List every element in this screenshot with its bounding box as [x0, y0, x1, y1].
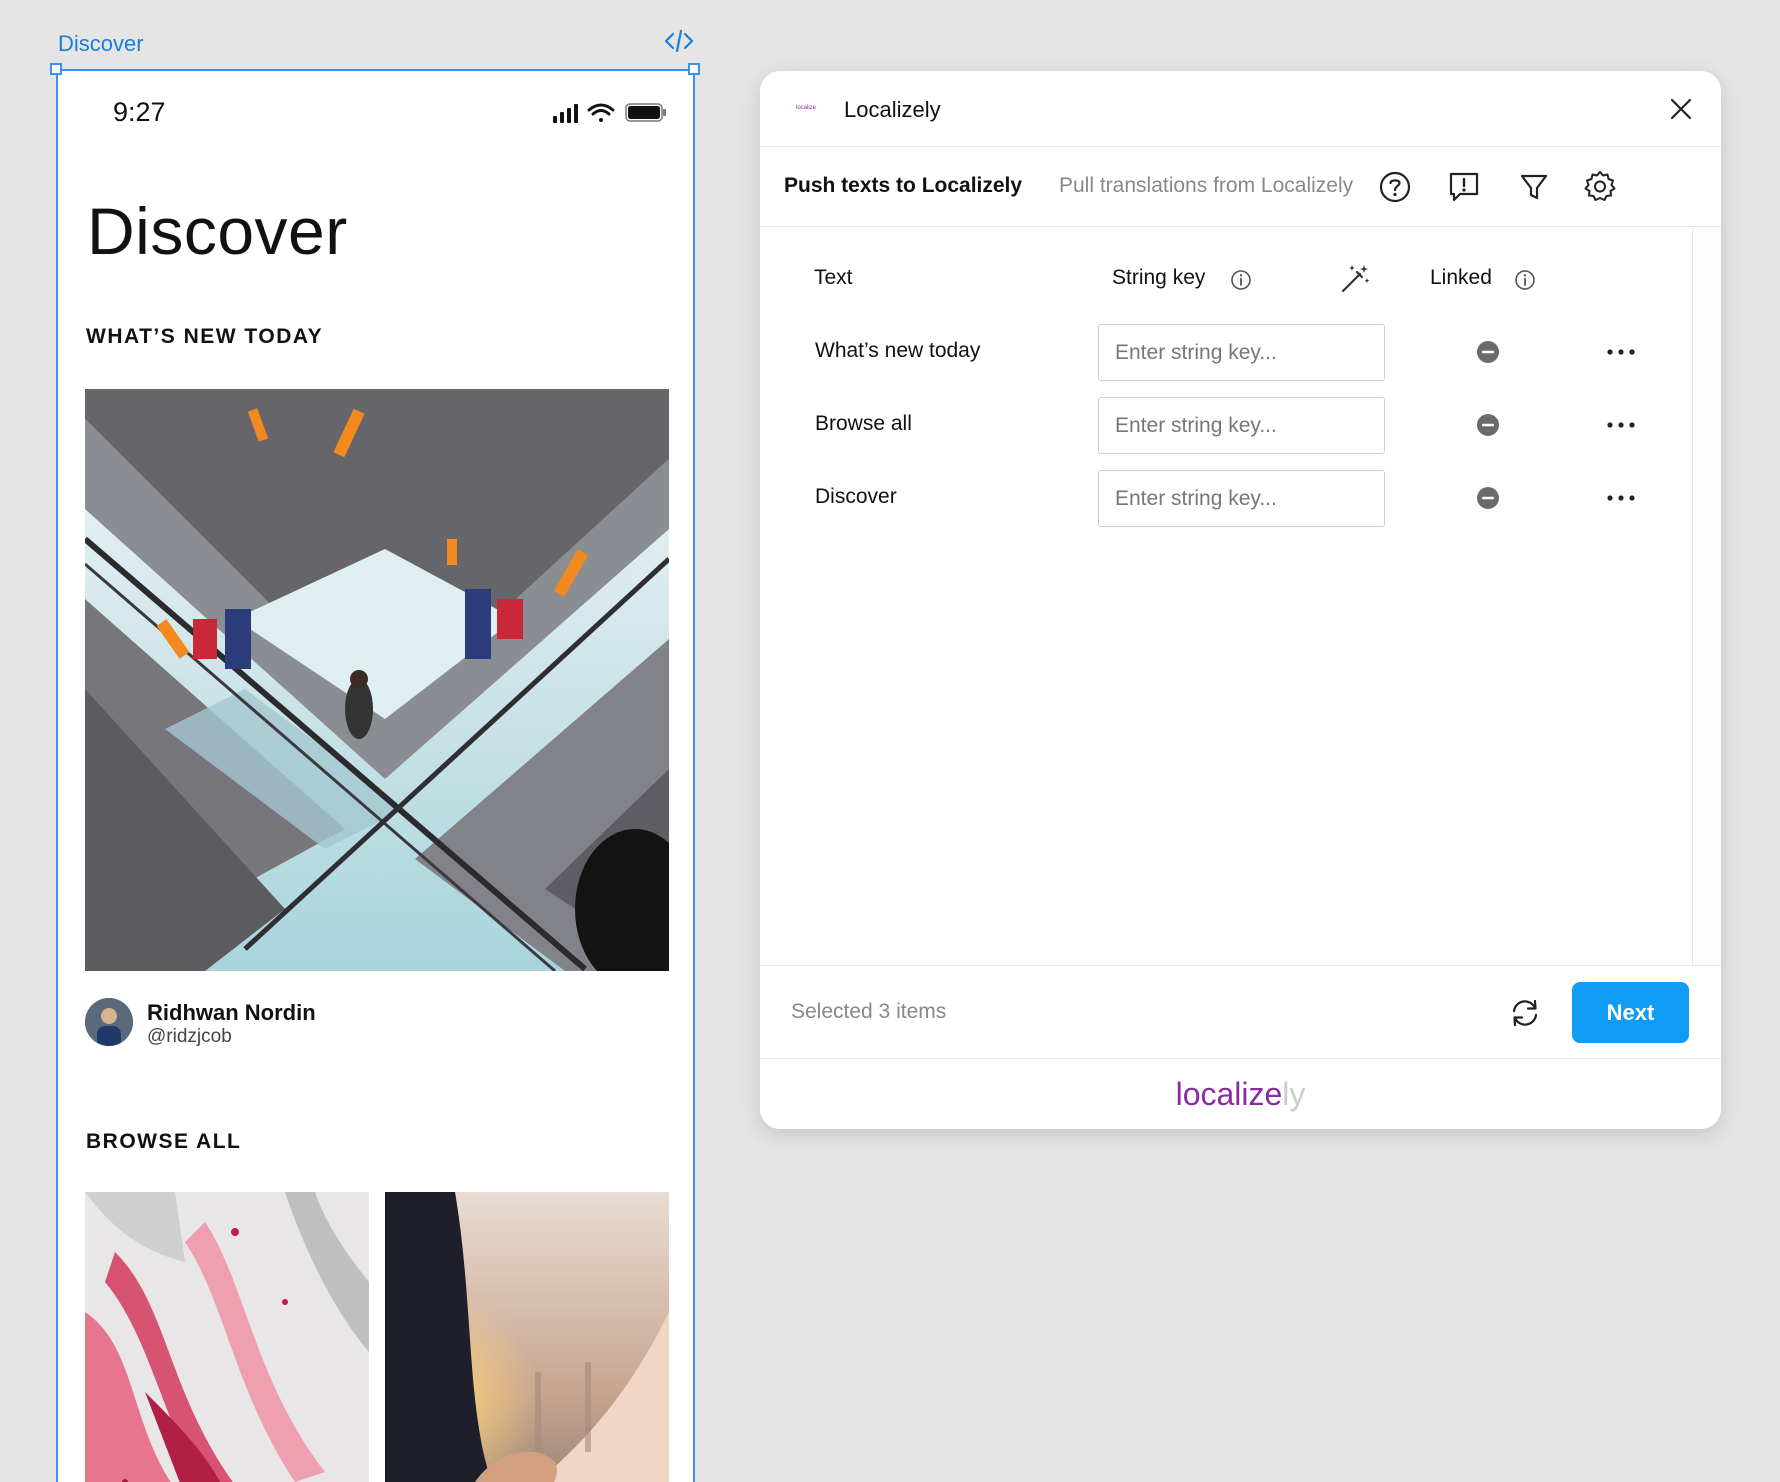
- signal-icon: [553, 104, 578, 123]
- selected-count: Selected 3 items: [791, 1000, 947, 1023]
- close-icon[interactable]: [1665, 93, 1697, 125]
- localizely-panel: localize Localizely Push texts to Locali…: [760, 71, 1721, 1129]
- brand-logo: localizely: [760, 1059, 1721, 1129]
- plugin-title: Localizely: [844, 97, 941, 122]
- string-key-input[interactable]: [1098, 324, 1385, 381]
- info-icon[interactable]: [1230, 269, 1252, 291]
- wifi-icon: [587, 103, 615, 122]
- battery-icon: [625, 103, 666, 122]
- hero-image[interactable]: [85, 389, 669, 971]
- section-title-browse-all: BROWSE ALL: [86, 1130, 242, 1153]
- refresh-icon[interactable]: [1508, 996, 1542, 1030]
- marble-photo: [85, 1192, 369, 1482]
- tab-pull[interactable]: Pull translations from Localizely: [1059, 174, 1353, 198]
- more-icon[interactable]: [1603, 340, 1639, 364]
- column-header-string-key: String key: [1112, 266, 1206, 289]
- more-icon[interactable]: [1603, 486, 1639, 510]
- settings-icon[interactable]: [1582, 169, 1618, 205]
- unlinked-icon[interactable]: [1476, 486, 1500, 510]
- string-key-input[interactable]: [1098, 470, 1385, 527]
- unlinked-icon[interactable]: [1476, 413, 1500, 437]
- browse-thumb-hands[interactable]: [385, 1192, 669, 1482]
- info-icon[interactable]: [1514, 269, 1536, 291]
- panel-header: localize Localizely: [760, 71, 1721, 147]
- more-icon[interactable]: [1603, 413, 1639, 437]
- hands-photo: [385, 1192, 669, 1482]
- selection-handle-tl[interactable]: [50, 63, 62, 75]
- status-time: 9:27: [113, 97, 166, 127]
- phone-frame[interactable]: 9:27 Discover WHAT’S NEW TODAY Ridhwan N…: [56, 69, 695, 1482]
- tabs-bar: Push texts to Localizely Pull translatio…: [760, 147, 1721, 227]
- page-title: Discover: [87, 194, 348, 268]
- column-header-text: Text: [814, 266, 853, 289]
- brand-logo-faint: ly: [1282, 1076, 1306, 1112]
- selection-handle-tr[interactable]: [688, 63, 700, 75]
- string-key-input[interactable]: [1098, 397, 1385, 454]
- feedback-icon[interactable]: [1446, 169, 1482, 205]
- row-text-whats-new: What’s new today: [815, 339, 981, 362]
- escalator-photo: [85, 389, 669, 971]
- browse-thumb-marble[interactable]: [85, 1192, 369, 1482]
- unlinked-icon[interactable]: [1476, 340, 1500, 364]
- magic-wand-icon[interactable]: [1338, 262, 1372, 296]
- texts-table: Text String key Linked What’s new today: [760, 228, 1692, 965]
- code-icon[interactable]: [664, 28, 694, 54]
- row-text-discover: Discover: [815, 485, 897, 508]
- author-avatar[interactable]: [85, 998, 133, 1046]
- row-text-browse-all: Browse all: [815, 412, 912, 435]
- section-title-whats-new: WHAT’S NEW TODAY: [86, 325, 324, 348]
- frame-label[interactable]: Discover: [58, 31, 144, 57]
- avatar-photo: [85, 998, 133, 1046]
- filter-icon[interactable]: [1516, 169, 1552, 205]
- next-button[interactable]: Next: [1572, 982, 1689, 1043]
- tab-push[interactable]: Push texts to Localizely: [784, 174, 1022, 198]
- help-icon[interactable]: [1377, 169, 1413, 205]
- status-icons: [553, 103, 666, 123]
- author-name[interactable]: Ridhwan Nordin: [147, 1000, 316, 1026]
- column-header-linked: Linked: [1430, 266, 1492, 289]
- author-handle[interactable]: @ridzjcob: [147, 1026, 232, 1048]
- plugin-logo: localize: [796, 105, 817, 111]
- brand-logo-main: localize: [1175, 1076, 1283, 1112]
- panel-footer: Selected 3 items Next: [760, 965, 1721, 1059]
- scrollbar[interactable]: [1692, 228, 1721, 965]
